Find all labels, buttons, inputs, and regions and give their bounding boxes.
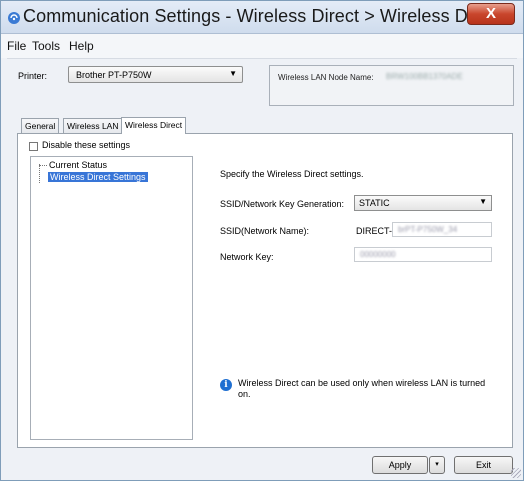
tab-wireless-direct[interactable]: Wireless Direct [121,117,187,134]
settings-tree: Current Status Wireless Direct Settings [30,156,193,440]
ssid-key-generation-label: SSID/Network Key Generation: [220,199,345,209]
tree-item-wireless-direct-settings[interactable]: Wireless Direct Settings [48,172,148,182]
menu-tools[interactable]: Tools [32,39,60,53]
network-key-input-value: 00000000 [360,250,396,259]
ssid-label: SSID(Network Name): [220,226,310,236]
menu-bar: File Tools Help [1,34,523,58]
disable-settings-label: Disable these settings [42,140,131,150]
tree-connector [39,164,40,183]
app-icon [8,12,20,24]
close-button[interactable]: X [467,3,515,25]
tab-general[interactable]: General [21,118,60,133]
ssid-prefix: DIRECT- [356,226,392,236]
tab-wireless-lan[interactable]: Wireless LAN [63,118,123,133]
tree-connector [39,165,47,166]
settings-heading: Specify the Wireless Direct settings. [220,169,364,179]
tree-item-current-status[interactable]: Current Status [49,160,107,170]
network-key-input[interactable]: 00000000 [354,247,492,262]
node-name-value: BRW100BB1370ADE [386,72,463,81]
menu-help[interactable]: Help [69,39,94,53]
apply-button[interactable]: Apply [372,456,428,474]
printer-label: Printer: [18,71,48,81]
printer-select[interactable]: Brother PT-P750W ▼ [68,66,243,83]
ssid-input-value: brPT-P750W_34 [398,225,458,234]
disable-settings-checkbox[interactable] [29,142,38,151]
info-message: Wireless Direct can be used only when wi… [238,378,486,399]
separator [7,58,517,59]
node-name-label: Wireless LAN Node Name: [278,73,374,82]
chevron-down-icon: ▼ [479,197,487,206]
communication-settings-window: Communication Settings - Wireless Direct… [0,0,524,481]
node-name-box: Wireless LAN Node Name: BRW100BB1370ADE [269,65,514,106]
network-key-label: Network Key: [220,252,274,262]
menu-file[interactable]: File [7,39,26,53]
ssid-input[interactable]: brPT-P750W_34 [392,222,492,237]
title-bar[interactable]: Communication Settings - Wireless Direct… [1,1,523,34]
resize-grip[interactable] [511,468,521,478]
exit-button[interactable]: Exit [454,456,513,474]
ssid-key-generation-value: STATIC [359,198,390,208]
window-title: Communication Settings - Wireless Direct… [23,6,488,26]
chevron-down-icon: ▼ [229,69,237,78]
apply-dropdown-button[interactable]: ▾ [429,456,445,474]
printer-select-value: Brother PT-P750W [76,70,152,80]
info-icon: i [220,379,232,391]
ssid-key-generation-select[interactable]: STATIC ▼ [354,195,492,211]
